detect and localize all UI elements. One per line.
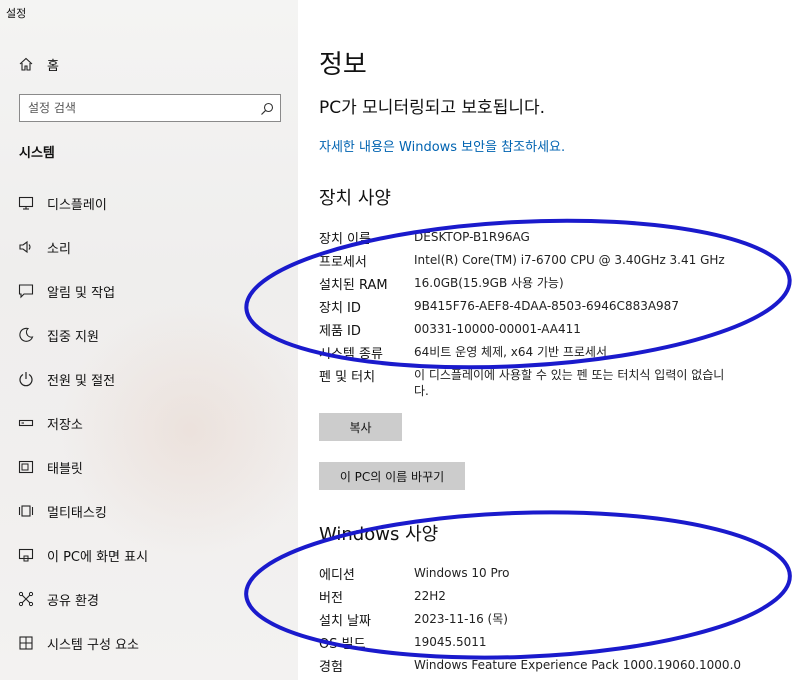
sidebar-item-label: 멀티태스킹 bbox=[47, 505, 107, 521]
notification-icon bbox=[17, 282, 35, 300]
sidebar-section-title: 시스템 bbox=[19, 146, 55, 161]
spec-value: 16.0GB(15.9GB 사용 가능) bbox=[414, 276, 564, 290]
sidebar-item-focus-assist[interactable]: 집중 지원 bbox=[0, 320, 298, 350]
project-icon bbox=[17, 546, 35, 564]
sidebar-item-label: 공유 환경 bbox=[47, 593, 99, 609]
device-specs-heading: 장치 사양 bbox=[319, 188, 391, 209]
spec-label: 설치 날짜 bbox=[319, 614, 371, 629]
sidebar-item-storage[interactable]: 저장소 bbox=[0, 408, 298, 438]
sidebar-item-label: 이 PC에 화면 표시 bbox=[47, 549, 149, 565]
windows-specs-heading: Windows 사양 bbox=[319, 524, 439, 545]
sidebar-item-multitasking[interactable]: 멀티태스킹 bbox=[0, 496, 298, 526]
sidebar-item-display[interactable]: 디스플레이 bbox=[0, 188, 298, 218]
shared-experiences-icon bbox=[17, 590, 35, 608]
sidebar-item-label: 디스플레이 bbox=[47, 197, 107, 213]
settings-search-box[interactable] bbox=[19, 94, 281, 122]
multitasking-icon bbox=[17, 502, 35, 520]
sidebar-item-tablet[interactable]: 태블릿 bbox=[0, 452, 298, 482]
spec-value: 이 디스플레이에 사용할 수 있는 펜 또는 터치식 입력이 없습니다. bbox=[414, 368, 725, 398]
spec-value: 2023-11-16 (목) bbox=[414, 612, 508, 626]
spec-label: 버전 bbox=[319, 591, 343, 606]
windows-security-link[interactable]: 자세한 내용은 Windows 보안을 참조하세요. bbox=[319, 136, 565, 155]
sidebar-item-label: 집중 지원 bbox=[47, 329, 99, 345]
sidebar-item-label: 알림 및 작업 bbox=[47, 285, 116, 301]
home-icon bbox=[17, 55, 35, 73]
spec-label: 시스템 종류 bbox=[319, 347, 383, 362]
spec-value: Windows 10 Pro bbox=[414, 566, 510, 580]
sidebar-item-label: 소리 bbox=[47, 241, 71, 257]
spec-label: 설치된 RAM bbox=[319, 278, 388, 293]
nav-home-label: 홈 bbox=[47, 58, 59, 74]
spec-label: 장치 이름 bbox=[319, 232, 371, 247]
spec-value: 64비트 운영 체제, x64 기반 프로세서 bbox=[414, 345, 608, 359]
tablet-icon bbox=[17, 458, 35, 476]
display-icon bbox=[17, 194, 35, 212]
spec-label: 제품 ID bbox=[319, 324, 361, 339]
page-title: 정보 bbox=[319, 50, 367, 80]
copy-button[interactable]: 복사 bbox=[319, 413, 402, 441]
spec-label: 펜 및 터치 bbox=[319, 370, 376, 385]
sidebar-item-system-components[interactable]: 시스템 구성 요소 bbox=[0, 628, 298, 658]
nav-home[interactable]: 홈 bbox=[0, 52, 298, 76]
protection-status: PC가 모니터링되고 보호됩니다. bbox=[319, 98, 546, 118]
power-icon bbox=[17, 370, 35, 388]
sidebar-item-notifications[interactable]: 알림 및 작업 bbox=[0, 276, 298, 306]
spec-value: 19045.5011 bbox=[414, 635, 487, 649]
sidebar-item-project-to-pc[interactable]: 이 PC에 화면 표시 bbox=[0, 540, 298, 570]
spec-value: 00331-10000-00001-AA411 bbox=[414, 322, 581, 336]
storage-icon bbox=[17, 414, 35, 432]
sidebar-item-sound[interactable]: 소리 bbox=[0, 232, 298, 262]
spec-value: 22H2 bbox=[414, 589, 446, 603]
search-icon[interactable] bbox=[260, 101, 274, 115]
sidebar-item-label: 태블릿 bbox=[47, 461, 83, 477]
spec-label: OS 빌드 bbox=[319, 637, 366, 652]
spec-label: 에디션 bbox=[319, 568, 355, 583]
system-components-icon bbox=[17, 634, 35, 652]
search-input[interactable] bbox=[28, 99, 258, 117]
spec-label: 프로세서 bbox=[319, 255, 367, 270]
sidebar-item-label: 시스템 구성 요소 bbox=[47, 637, 139, 653]
spec-value: DESKTOP-B1R96AG bbox=[414, 230, 530, 244]
settings-sidebar: 설정 홈 시스템 디스플레이 소리 알림 및 작업 집중 bbox=[0, 0, 298, 680]
sidebar-item-shared-experiences[interactable]: 공유 환경 bbox=[0, 584, 298, 614]
focus-assist-icon bbox=[17, 326, 35, 344]
spec-label: 장치 ID bbox=[319, 301, 361, 316]
sidebar-item-power[interactable]: 전원 및 절전 bbox=[0, 364, 298, 394]
sidebar-item-label: 전원 및 절전 bbox=[47, 373, 116, 389]
sidebar-item-label: 저장소 bbox=[47, 417, 83, 433]
spec-value: Intel(R) Core(TM) i7-6700 CPU @ 3.40GHz … bbox=[414, 253, 725, 267]
sound-icon bbox=[17, 238, 35, 256]
rename-pc-button[interactable]: 이 PC의 이름 바꾸기 bbox=[319, 462, 465, 490]
spec-label: 경험 bbox=[319, 660, 343, 675]
window-title: 설정 bbox=[6, 7, 27, 20]
about-page: 정보 PC가 모니터링되고 보호됩니다. 자세한 내용은 Windows 보안을… bbox=[298, 0, 800, 680]
spec-value: 9B415F76-AEF8-4DAA-8503-6946C883A987 bbox=[414, 299, 679, 313]
spec-value: Windows Feature Experience Pack 1000.190… bbox=[414, 658, 742, 672]
